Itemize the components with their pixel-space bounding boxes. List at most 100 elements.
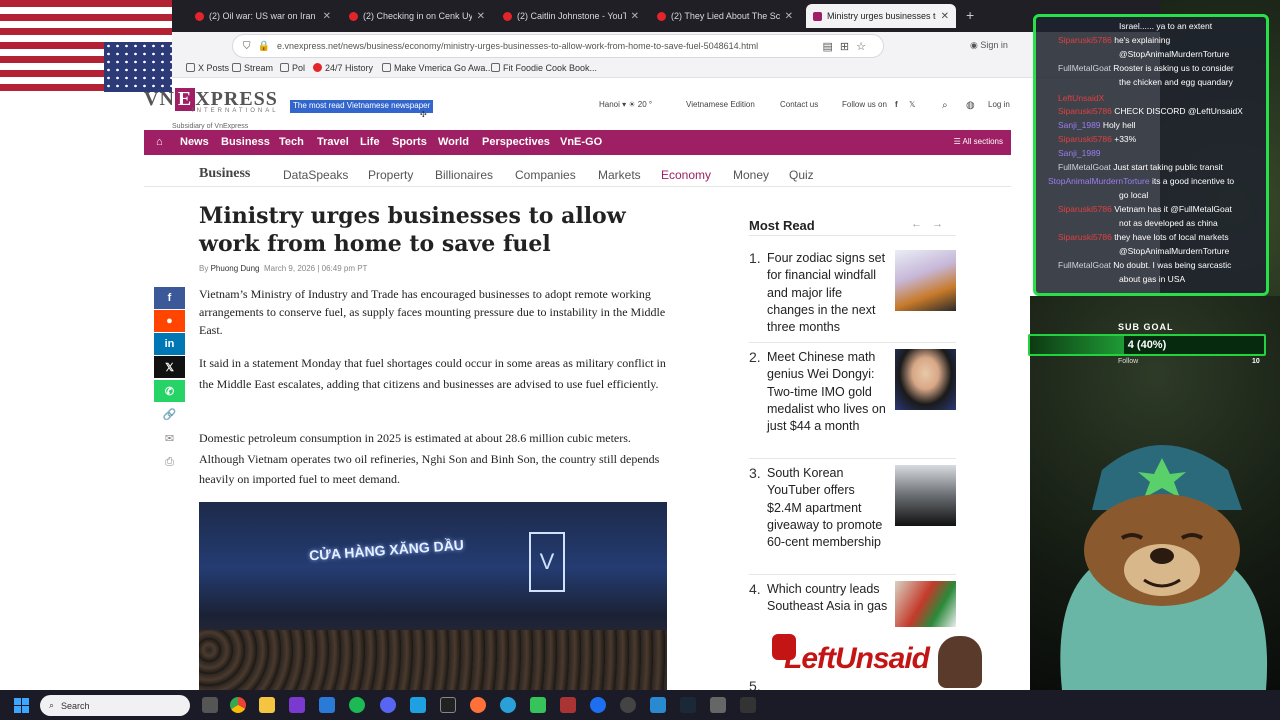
subnav-dataspeaks[interactable]: DataSpeaks — [283, 168, 348, 182]
gas-pump-thumbnail[interactable] — [895, 581, 956, 627]
taskbar-search[interactable]: ⌕ Search — [40, 695, 190, 716]
browser-tab[interactable]: (2) Caitlin Johnstone - YouTube ✕ — [496, 4, 646, 28]
x-icon[interactable]: 𝕏 — [154, 356, 185, 378]
facebook-icon[interactable]: f — [895, 100, 898, 109]
app-icon[interactable] — [590, 697, 606, 713]
item-headline[interactable]: Which country leads Southeast Asia in ga… — [767, 581, 891, 616]
close-icon[interactable]: ✕ — [323, 11, 331, 22]
bookmark-cookbook[interactable]: Fit Foodie Cook Book... — [491, 63, 597, 73]
search-icon: ⌕ — [49, 700, 55, 710]
bookmark-history[interactable]: 24/7 History — [313, 63, 373, 73]
user-icon[interactable]: ◍ — [966, 100, 975, 111]
url-text[interactable]: e.vnexpress.net/news/business/economy/mi… — [277, 41, 816, 51]
epic-games-icon[interactable] — [440, 697, 456, 713]
browser-tab[interactable]: (2) Checking in on Cenk Uygur ✕ — [342, 4, 492, 28]
task-view-icon[interactable] — [202, 697, 218, 713]
app-icon[interactable] — [560, 697, 576, 713]
chrome-icon[interactable] — [230, 697, 246, 713]
street-thumbnail[interactable] — [895, 465, 956, 526]
nav-tech[interactable]: Tech — [279, 136, 304, 148]
link-icon[interactable]: 🔗 — [154, 403, 185, 425]
close-icon[interactable]: ✕ — [941, 11, 949, 22]
shield-icon: ⛉ — [243, 40, 251, 52]
app-icon[interactable] — [289, 697, 305, 713]
article-author[interactable]: Phuong Dung — [211, 264, 260, 273]
bookmark-icon — [491, 63, 500, 72]
windows-start-icon[interactable] — [14, 698, 29, 713]
app-icon[interactable] — [319, 697, 335, 713]
browser-tab[interactable]: (2) Oil war: US war on Iran aims ✕ — [188, 4, 338, 28]
login-link[interactable]: Log in — [988, 100, 1010, 109]
app-icon[interactable] — [740, 697, 756, 713]
firefox-icon[interactable] — [470, 697, 486, 713]
sign-in-button[interactable]: ◉ Sign in — [970, 40, 1008, 51]
media-player-icon[interactable] — [620, 697, 636, 713]
all-sections-button[interactable]: ☰ All sections — [954, 137, 1003, 146]
chat-text: No doubt. I was being sarcastic — [1113, 260, 1232, 270]
home-icon[interactable]: ⌂ — [156, 136, 163, 148]
youtube-icon — [349, 11, 358, 21]
subnav-companies[interactable]: Companies — [515, 168, 576, 182]
nav-world[interactable]: World — [438, 136, 469, 148]
zodiac-thumbnail[interactable] — [895, 250, 956, 311]
subnav-economy[interactable]: Economy — [661, 168, 711, 182]
subnav-markets[interactable]: Markets — [598, 168, 641, 182]
item-headline[interactable]: Four zodiac signs set for financial wind… — [767, 250, 891, 336]
contact-link[interactable]: Contact us — [780, 100, 818, 109]
most-read-item[interactable]: 3. South Korean YouTuber offers $2.4M ap… — [749, 458, 956, 576]
facebook-icon[interactable]: f — [154, 287, 185, 309]
item-headline[interactable]: South Korean YouTuber offers $2.4M apart… — [767, 465, 891, 551]
article-paragraph: Vietnam’s Ministry of Industry and Trade… — [199, 287, 666, 337]
address-bar[interactable]: ⛉ 🔒 e.vnexpress.net/news/business/econom… — [232, 34, 884, 58]
subnav-property[interactable]: Property — [368, 168, 413, 182]
app-icon[interactable] — [530, 697, 546, 713]
file-explorer-icon[interactable] — [259, 697, 275, 713]
bookmark-pol[interactable]: Pol — [280, 63, 305, 73]
vietnamese-edition-link[interactable]: Vietnamese Edition — [686, 100, 755, 109]
nav-business[interactable]: Business — [221, 136, 270, 148]
steam-icon[interactable] — [680, 697, 696, 713]
search-icon[interactable]: ⌕ — [942, 100, 948, 111]
x-icon[interactable]: 𝕏 — [909, 100, 915, 109]
app-icon[interactable] — [710, 697, 726, 713]
most-read-arrows[interactable]: ←→ — [911, 218, 953, 230]
chat-message: Sanji_1989 Holy hell — [1058, 119, 1136, 131]
browser-tab[interactable]: (2) They Lied About The School ✕ — [650, 4, 800, 28]
whatsapp-icon[interactable]: ✆ — [154, 380, 185, 402]
portrait-thumbnail[interactable] — [895, 349, 956, 410]
app-icon[interactable] — [650, 697, 666, 713]
nav-perspectives[interactable]: Perspectives — [482, 136, 550, 148]
spotify-icon[interactable] — [349, 697, 365, 713]
nav-travel[interactable]: Travel — [317, 136, 349, 148]
telegram-icon[interactable] — [500, 697, 516, 713]
linkedin-icon[interactable]: in — [154, 333, 185, 355]
nav-life[interactable]: Life — [360, 136, 380, 148]
new-tab-button[interactable]: + — [966, 7, 974, 23]
subnav-money[interactable]: Money — [733, 168, 769, 182]
mail-icon[interactable]: ✉ — [154, 427, 185, 449]
subnav-quiz[interactable]: Quiz — [789, 168, 814, 182]
app-icon[interactable] — [410, 697, 426, 713]
nav-news[interactable]: News — [180, 136, 209, 148]
city-weather[interactable]: Hanoi ▾ ☀ 20 ° — [599, 100, 652, 109]
item-headline[interactable]: Meet Chinese math genius Wei Dongyi: Two… — [767, 349, 891, 435]
discord-icon[interactable] — [380, 697, 396, 713]
bookmark-stream[interactable]: Stream — [232, 63, 273, 73]
browser-tab-active[interactable]: Ministry urges businesses to all ✕ — [806, 4, 956, 28]
reader-icons[interactable]: ▤⊞☆ — [823, 40, 873, 53]
nav-sports[interactable]: Sports — [392, 136, 427, 148]
nav-vne-go[interactable]: VnE-GO — [560, 136, 602, 148]
chat-text: the chicken and egg quandary — [1119, 77, 1233, 87]
subnav-section-title[interactable]: Business — [199, 166, 250, 182]
subnav-billionaires[interactable]: Billionaires — [435, 168, 493, 182]
close-icon[interactable]: ✕ — [785, 11, 793, 22]
bookmark-vmerica[interactable]: Make Vmerica Go Awa... — [382, 63, 493, 73]
bookmark-icon — [382, 63, 391, 72]
bookmark-x-posts[interactable]: X Posts — [186, 63, 229, 73]
chat-message: StopAnimalMurdernTorture its a good ince… — [1048, 175, 1234, 187]
print-icon[interactable]: ⎙ — [154, 451, 185, 473]
reddit-icon[interactable]: ● — [154, 310, 185, 332]
close-icon[interactable]: ✕ — [477, 11, 485, 22]
close-icon[interactable]: ✕ — [631, 11, 639, 22]
most-read-item[interactable]: 2. Meet Chinese math genius Wei Dongyi: … — [749, 342, 956, 460]
